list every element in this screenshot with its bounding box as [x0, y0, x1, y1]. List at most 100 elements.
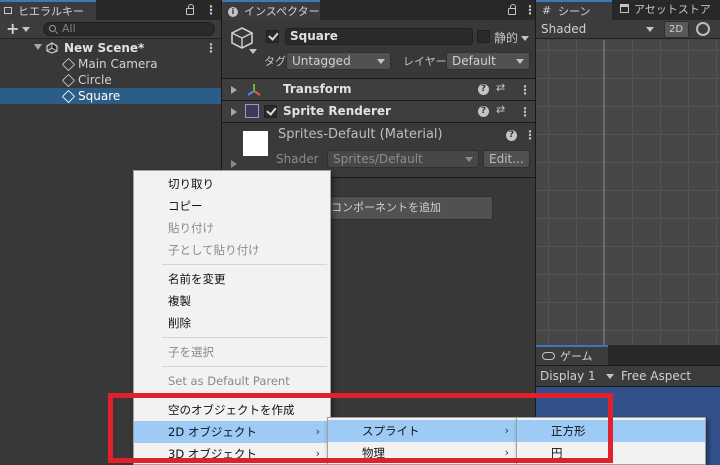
cube-icon: [61, 73, 76, 88]
help-icon[interactable]: ?: [478, 106, 489, 117]
display-value: Display 1: [540, 369, 596, 383]
menu-item-duplicate[interactable]: 複製: [134, 290, 330, 312]
grid-icon: #: [542, 4, 552, 17]
scene-name: New Scene*: [64, 41, 145, 55]
component-enabled-checkbox[interactable]: [264, 105, 277, 118]
static-checkbox[interactable]: [477, 30, 490, 43]
chevron-down-icon[interactable]: [22, 27, 30, 32]
tab-label: ヒエラルキー: [18, 5, 84, 18]
presets-icon[interactable]: ⇄: [496, 81, 505, 94]
aspect-dropdown[interactable]: Free Aspect: [621, 367, 720, 385]
tree-item-circle[interactable]: Circle: [0, 72, 221, 88]
help-icon[interactable]: ?: [478, 84, 489, 95]
shader-dropdown[interactable]: Sprites/Default: [327, 150, 479, 168]
tree-item-label: Square: [78, 89, 121, 103]
annotation-highlight-box: [108, 393, 613, 463]
tree-item-square[interactable]: Square: [0, 88, 221, 104]
scene-axis-line: [603, 40, 605, 345]
menu-item-cut[interactable]: 切り取り: [134, 173, 330, 195]
tag-dropdown[interactable]: Untagged: [286, 52, 391, 70]
object-name-input[interactable]: Square: [285, 28, 473, 45]
menu-item-rename[interactable]: 名前を変更: [134, 268, 330, 290]
shader-label: Shader: [276, 152, 319, 166]
tree-item-label: Circle: [78, 73, 112, 87]
gamepad-icon: [542, 352, 555, 360]
shopping-bag-icon: [620, 4, 629, 13]
aspect-value: Free Aspect: [621, 369, 692, 383]
material-preview: [243, 131, 268, 156]
tab-scene[interactable]: # シーン: [536, 0, 612, 20]
search-placeholder: All: [62, 22, 76, 35]
material-kebab-icon[interactable]: ⋮: [524, 129, 536, 141]
lighting-toggle-icon[interactable]: [696, 22, 710, 36]
sprite-renderer-component-header[interactable]: Sprite Renderer ? ⇄ ⋮: [222, 100, 535, 122]
menu-separator: [162, 337, 327, 338]
info-icon: i: [228, 7, 238, 17]
static-label: 静的: [494, 31, 519, 45]
menu-separator: [162, 264, 327, 265]
display-dropdown[interactable]: Display 1: [540, 367, 616, 385]
static-dropdown-icon[interactable]: [521, 36, 529, 41]
tab-label: インスペクター: [244, 5, 320, 18]
inspector-lock-icon[interactable]: [508, 4, 516, 15]
cube-icon: [61, 89, 76, 104]
2d-label: 2D: [669, 24, 684, 35]
layer-label: レイヤー: [403, 55, 447, 68]
expand-arrow-icon[interactable]: [231, 108, 237, 116]
transform-icon: [246, 82, 262, 101]
material-name: Sprites-Default (Material): [278, 127, 443, 142]
unity-scene-icon: [46, 42, 58, 54]
tab-game[interactable]: ゲーム: [536, 345, 608, 365]
layer-value: Default: [452, 54, 496, 68]
component-kebab-icon[interactable]: ⋮: [519, 84, 531, 96]
expand-arrow-icon[interactable]: [34, 44, 42, 50]
tab-label: ゲーム: [560, 350, 593, 363]
tab-inspector[interactable]: i インスペクター: [222, 0, 320, 20]
menu-item-paste[interactable]: 貼り付け: [134, 217, 330, 239]
tree-item-main-camera[interactable]: Main Camera: [0, 56, 221, 72]
menu-item-paste-as-child[interactable]: 子として貼り付け: [134, 239, 330, 261]
shading-mode-value: Shaded: [541, 22, 587, 36]
tag-value: Untagged: [292, 54, 351, 68]
add-button[interactable]: +: [6, 19, 19, 38]
tag-label: タグ: [264, 55, 286, 68]
tab-asset-store[interactable]: アセットストア: [614, 0, 720, 20]
search-icon: [49, 25, 56, 32]
component-kebab-icon[interactable]: ⋮: [519, 106, 531, 118]
menu-item-set-default-parent[interactable]: Set as Default Parent: [134, 370, 330, 392]
shading-mode-dropdown[interactable]: Shaded: [538, 20, 658, 38]
component-title: Sprite Renderer: [283, 104, 391, 118]
scene-row[interactable]: New Scene* ⋮: [0, 40, 221, 56]
material-expand-icon[interactable]: [231, 160, 237, 168]
shader-value: Sprites/Default: [333, 152, 423, 166]
tree-item-label: Main Camera: [78, 57, 158, 71]
tab-label: シーン: [558, 5, 591, 18]
menu-item-select-children[interactable]: 子を選択: [134, 341, 330, 363]
material-help-icon[interactable]: ?: [506, 130, 517, 141]
tab-label: アセットストア: [634, 3, 711, 16]
tab-hierarchy[interactable]: ヒエラルキー: [0, 0, 96, 20]
edit-shader-button[interactable]: Edit...: [483, 150, 530, 168]
2d-toggle-button[interactable]: 2D: [664, 21, 689, 38]
component-title: Transform: [283, 82, 352, 96]
list-icon: [4, 7, 12, 14]
active-checkbox[interactable]: [266, 30, 279, 43]
menu-item-copy[interactable]: コピー: [134, 195, 330, 217]
scene-view[interactable]: [536, 40, 720, 345]
scene-kebab-icon[interactable]: ⋮: [205, 42, 217, 54]
expand-arrow-icon[interactable]: [231, 86, 237, 94]
sprite-renderer-icon: [245, 104, 259, 118]
add-component-label: コンポーネントを追加: [331, 201, 441, 214]
cube-icon: [61, 57, 76, 72]
transform-component-header[interactable]: Transform ? ⇄ ⋮: [222, 78, 535, 100]
edit-label: Edit...: [489, 152, 524, 166]
lock-icon[interactable]: [186, 4, 194, 15]
menu-separator: [162, 366, 327, 367]
menu-item-delete[interactable]: 削除: [134, 312, 330, 334]
presets-icon[interactable]: ⇄: [496, 103, 505, 116]
icon-dropdown-icon[interactable]: [249, 49, 257, 54]
inspector-kebab-icon[interactable]: ⋮: [524, 4, 536, 16]
object-name-value: Square: [290, 29, 338, 43]
kebab-menu-icon[interactable]: ⋮: [205, 4, 217, 16]
layer-dropdown[interactable]: Default: [446, 52, 530, 70]
